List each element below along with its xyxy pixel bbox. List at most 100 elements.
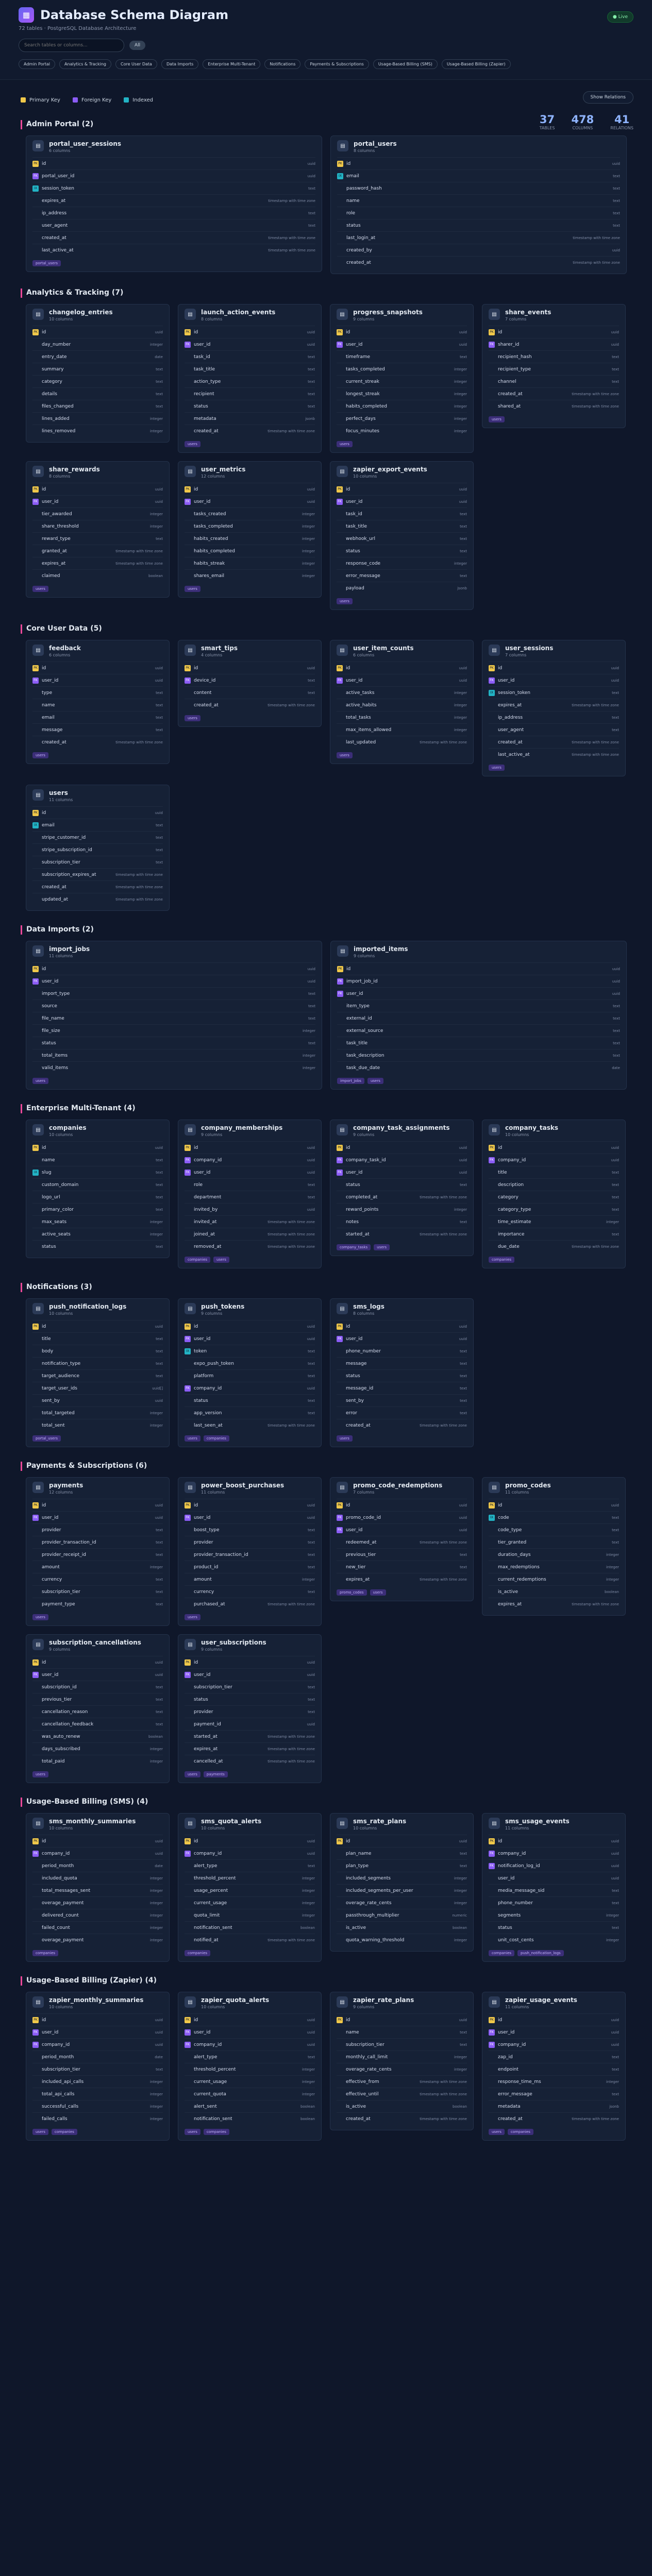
- column-row[interactable]: webhook_url text: [337, 532, 467, 545]
- relation-badge[interactable]: users: [185, 441, 200, 447]
- column-row[interactable]: FK user_id uuid: [489, 674, 619, 686]
- column-row[interactable]: alert_type text: [185, 2050, 315, 2063]
- relation-badge[interactable]: promo_codes: [337, 1589, 367, 1596]
- relation-badge[interactable]: import_jobs: [337, 1078, 364, 1084]
- table-card[interactable]: ▤ zapier_quota_alerts 10 columns PK id uuid FK…: [178, 1992, 322, 2141]
- column-row[interactable]: created_at timestamp with time zone: [32, 880, 163, 893]
- column-row[interactable]: FK device_id text: [185, 674, 315, 686]
- column-row[interactable]: department text: [185, 1191, 315, 1203]
- relation-badge[interactable]: push_notification_logs: [517, 1950, 564, 1956]
- column-row[interactable]: created_by uuid: [337, 244, 620, 256]
- column-row[interactable]: provider_transaction_id text: [32, 1536, 163, 1548]
- column-row[interactable]: task_description text: [337, 1049, 620, 1061]
- column-row[interactable]: plan_name text: [337, 1847, 467, 1859]
- column-row[interactable]: notification_sent boolean: [185, 1921, 315, 1934]
- column-row[interactable]: action_type text: [185, 375, 315, 387]
- column-row[interactable]: PK id uuid: [32, 1835, 163, 1847]
- column-row[interactable]: PK id uuid: [32, 326, 163, 338]
- column-row[interactable]: cancelled_at timestamp with time zone: [185, 1755, 315, 1767]
- table-card[interactable]: ▤ company_tasks 10 columns PK id uuid FK compan…: [482, 1120, 626, 1268]
- column-row[interactable]: category text: [32, 375, 163, 387]
- column-row[interactable]: files_changed text: [32, 400, 163, 412]
- column-row[interactable]: PK id uuid: [32, 1141, 163, 1154]
- column-row[interactable]: code_type text: [489, 1523, 619, 1536]
- column-row[interactable]: summary text: [32, 363, 163, 375]
- column-row[interactable]: FK promo_code_id uuid: [337, 1511, 467, 1523]
- column-row[interactable]: category text: [489, 1191, 619, 1203]
- relation-badge[interactable]: users: [185, 1771, 200, 1777]
- relation-badge[interactable]: payments: [203, 1771, 228, 1777]
- column-row[interactable]: max_seats integer: [32, 1215, 163, 1228]
- column-row[interactable]: FK company_task_id uuid: [337, 1154, 467, 1166]
- column-row[interactable]: cancellation_reason text: [32, 1705, 163, 1718]
- column-row[interactable]: external_source text: [337, 1024, 620, 1037]
- relation-badge[interactable]: users: [32, 2129, 48, 2135]
- column-row[interactable]: total_items integer: [32, 1049, 315, 1061]
- column-row[interactable]: unit_cost_cents integer: [489, 1934, 619, 1946]
- column-row[interactable]: message text: [32, 723, 163, 736]
- column-row[interactable]: tier_awarded integer: [32, 507, 163, 520]
- relation-badge[interactable]: companies: [489, 1950, 515, 1956]
- column-row[interactable]: subscription_tier text: [337, 2038, 467, 2050]
- column-row[interactable]: IX slug text: [32, 1166, 163, 1178]
- table-card[interactable]: ▤ push_notification_logs 10 columns PK id uui…: [26, 1298, 170, 1447]
- table-card[interactable]: ▤ company_memberships 9 columns PK id uuid FK c…: [178, 1120, 322, 1268]
- relation-badge[interactable]: companies: [185, 1257, 211, 1263]
- column-row[interactable]: valid_items integer: [32, 1061, 315, 1074]
- relation-badge[interactable]: users: [337, 598, 353, 604]
- column-row[interactable]: overage_rate_cents integer: [337, 1896, 467, 1909]
- column-row[interactable]: is_active boolean: [337, 2100, 467, 2112]
- column-row[interactable]: failed_count integer: [32, 1921, 163, 1934]
- column-row[interactable]: alert_sent boolean: [185, 2100, 315, 2112]
- column-row[interactable]: current_streak integer: [337, 375, 467, 387]
- column-row[interactable]: PK id uuid: [185, 1656, 315, 1668]
- column-row[interactable]: current_usage integer: [185, 1896, 315, 1909]
- column-row[interactable]: sent_by uuid: [32, 1394, 163, 1406]
- column-row[interactable]: total_messages_sent integer: [32, 1884, 163, 1896]
- table-card[interactable]: ▤ sms_rate_plans 10 columns PK id uuid plan_na…: [330, 1813, 474, 1952]
- column-row[interactable]: delivered_count integer: [32, 1909, 163, 1921]
- column-row[interactable]: IX email text: [337, 170, 620, 182]
- column-row[interactable]: media_message_sid text: [489, 1884, 619, 1896]
- table-card[interactable]: ▤ sms_usage_events 11 columns PK id uuid FK com…: [482, 1813, 626, 1962]
- table-card[interactable]: ▤ smart_tips 4 columns PK id uuid FK device_id t…: [178, 640, 322, 727]
- column-row[interactable]: included_quota integer: [32, 1872, 163, 1884]
- table-card[interactable]: ▤ user_item_counts 6 columns PK id uuid FK user…: [330, 640, 474, 764]
- relation-badge[interactable]: companies: [51, 2129, 77, 2135]
- column-row[interactable]: is_active boolean: [337, 1921, 467, 1934]
- filter-chip[interactable]: Core User Data: [115, 59, 157, 69]
- column-row[interactable]: FK company_id uuid: [489, 1847, 619, 1859]
- column-row[interactable]: claimed boolean: [32, 569, 163, 582]
- column-row[interactable]: successful_calls integer: [32, 2100, 163, 2112]
- column-row[interactable]: active_seats integer: [32, 1228, 163, 1240]
- relation-badge[interactable]: companies: [203, 1435, 229, 1442]
- column-row[interactable]: PK id uuid: [185, 483, 315, 495]
- relation-badge[interactable]: companies: [32, 1950, 59, 1956]
- column-row[interactable]: FK user_id uuid: [32, 674, 163, 686]
- column-row[interactable]: FK user_id uuid: [185, 2026, 315, 2038]
- table-card[interactable]: ▤ launch_action_events 8 columns PK id uuid FK…: [178, 304, 322, 453]
- column-row[interactable]: name text: [32, 699, 163, 711]
- column-row[interactable]: FK user_id uuid: [32, 975, 315, 987]
- show-relations-button[interactable]: Show Relations: [582, 91, 633, 104]
- column-row[interactable]: entry_date date: [32, 350, 163, 363]
- column-row[interactable]: PK id uuid: [337, 1141, 467, 1154]
- column-row[interactable]: FK user_id uuid: [337, 1332, 467, 1345]
- column-row[interactable]: PK id uuid: [32, 806, 163, 819]
- column-row[interactable]: FK user_id uuid: [337, 674, 467, 686]
- column-row[interactable]: PK id uuid: [185, 2013, 315, 2026]
- column-row[interactable]: status text: [337, 545, 467, 557]
- column-row[interactable]: granted_at timestamp with time zone: [32, 545, 163, 557]
- column-row[interactable]: is_active boolean: [489, 1585, 619, 1598]
- column-row[interactable]: external_id text: [337, 1012, 620, 1024]
- column-row[interactable]: sent_by text: [337, 1394, 467, 1406]
- column-row[interactable]: expires_at timestamp with time zone: [489, 1598, 619, 1610]
- column-row[interactable]: title text: [32, 1332, 163, 1345]
- column-row[interactable]: recipient_type text: [489, 363, 619, 375]
- column-row[interactable]: PK id uuid: [489, 1141, 619, 1154]
- column-row[interactable]: FK user_id uuid: [337, 495, 467, 507]
- column-row[interactable]: created_at timestamp with time zone: [337, 256, 620, 268]
- relation-badge[interactable]: companies: [185, 1950, 211, 1956]
- column-row[interactable]: PK id uuid: [489, 1499, 619, 1511]
- column-row[interactable]: PK id uuid: [185, 326, 315, 338]
